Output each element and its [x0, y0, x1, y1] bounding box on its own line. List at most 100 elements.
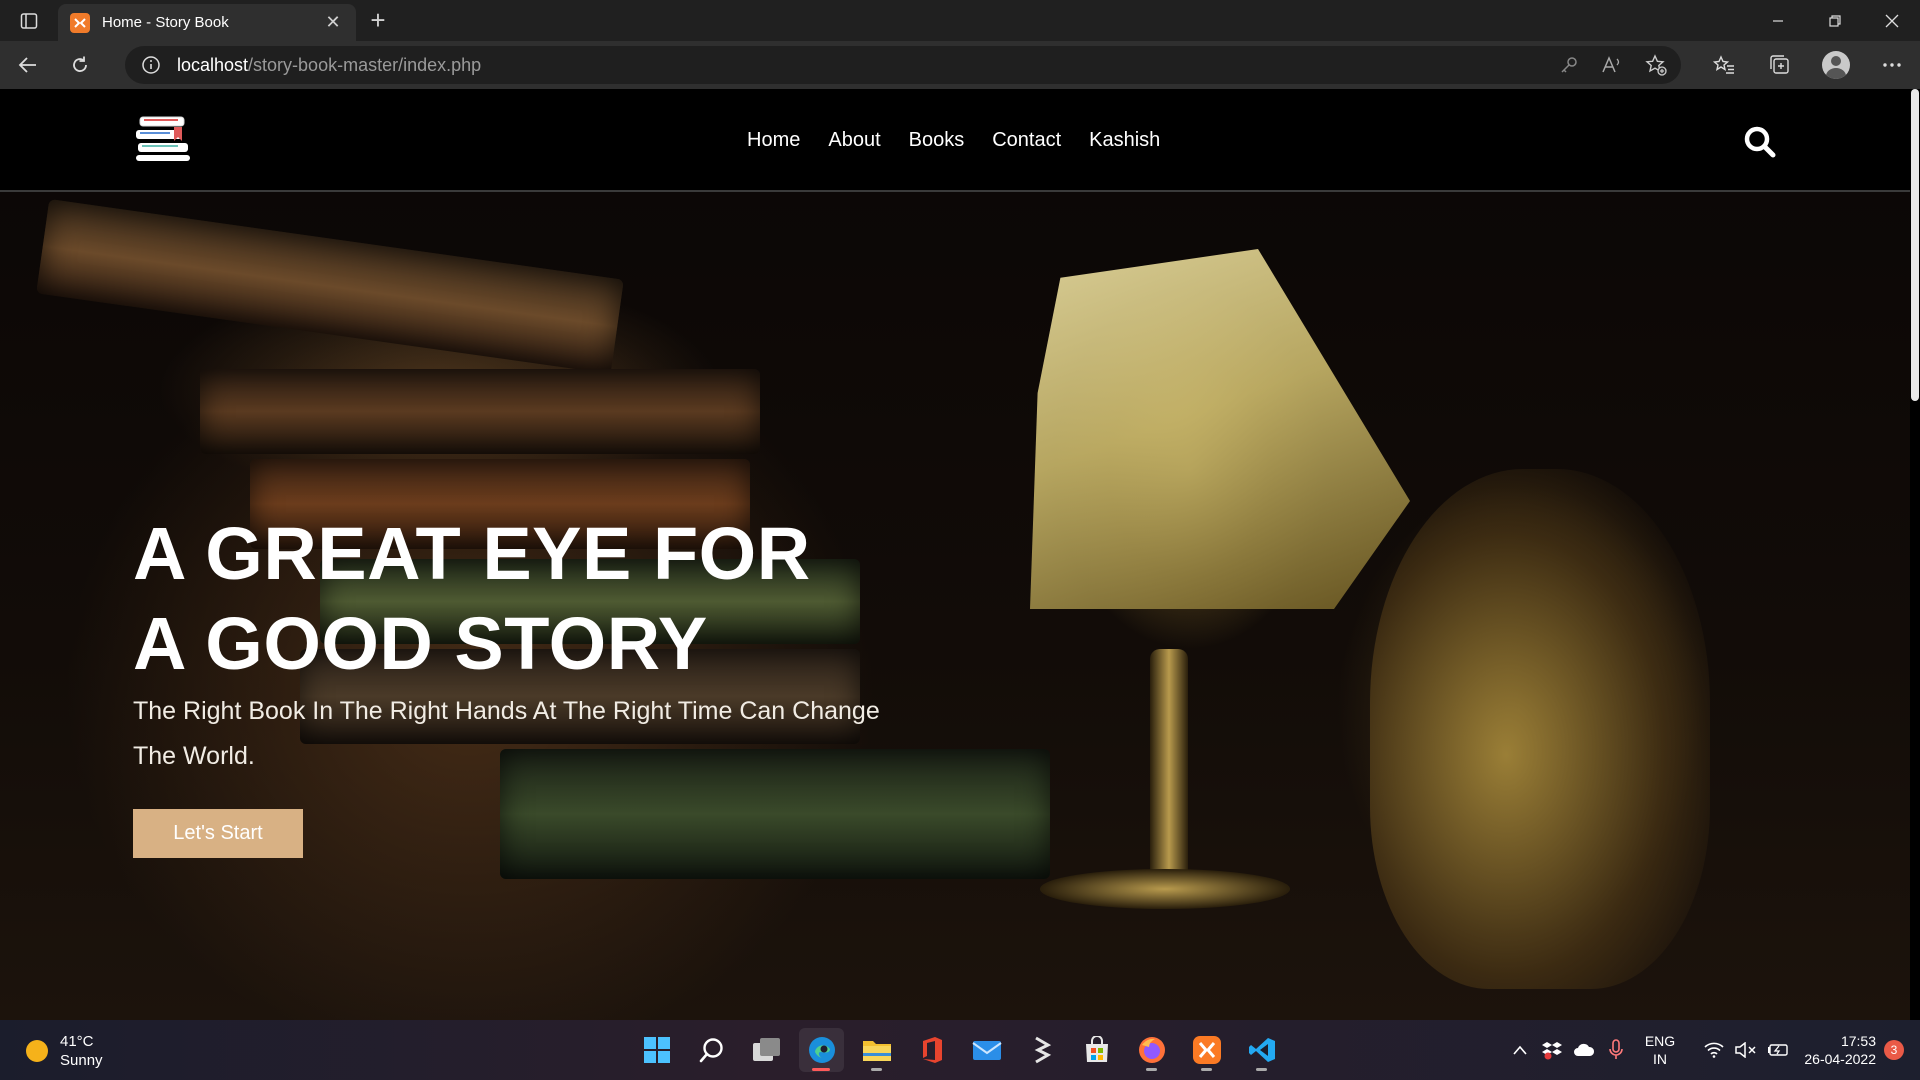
book-shape — [200, 369, 760, 454]
notification-badge[interactable]: 3 — [1884, 1040, 1904, 1060]
xampp-icon — [1192, 1036, 1221, 1064]
mail-app[interactable] — [964, 1028, 1009, 1072]
url-field[interactable]: localhost/story-book-master/index.php — [125, 46, 1681, 84]
nav-about[interactable]: About — [828, 129, 880, 152]
nav-user-kashish[interactable]: Kashish — [1089, 129, 1160, 152]
nav-books[interactable]: Books — [909, 129, 965, 152]
input-language-indicator[interactable]: ENG IN — [1632, 1032, 1688, 1068]
favorites-button[interactable] — [1696, 41, 1752, 89]
lamp-base-shape — [1040, 869, 1290, 909]
dropbox-icon — [1542, 1042, 1562, 1060]
sun-icon — [26, 1040, 48, 1062]
jug-shape — [1370, 469, 1710, 989]
weather-condition: Sunny — [60, 1052, 103, 1069]
taskbar-search-button[interactable] — [689, 1028, 734, 1072]
clock-time: 17:53 — [1840, 1033, 1876, 1049]
url-text: localhost/story-book-master/index.php — [177, 55, 481, 76]
system-tray: ENG IN 17:53 26-04-2022 3 — [1504, 1020, 1920, 1080]
active-app-indicator — [812, 1068, 830, 1071]
url-host: localhost — [177, 54, 249, 75]
omnibox-icons — [1559, 46, 1667, 84]
file-explorer-app[interactable] — [854, 1028, 899, 1072]
clock[interactable]: 17:53 26-04-2022 — [1794, 1032, 1876, 1068]
read-aloud-icon[interactable] — [1601, 55, 1623, 75]
firefox-icon — [1138, 1037, 1165, 1063]
hero-title-line2: A GOOD STORY — [133, 602, 708, 685]
edge-icon — [808, 1037, 835, 1063]
browser-tab-bar: Home - Story Book ✕ + — [0, 0, 1920, 41]
taskbar-search-icon — [699, 1038, 723, 1063]
microsoft-store-app[interactable] — [1074, 1028, 1119, 1072]
network-button[interactable] — [1698, 1020, 1730, 1080]
hero-subtitle: The Right Book In The Right Hands At The… — [133, 689, 893, 779]
more-icon — [1883, 63, 1901, 67]
back-button[interactable] — [0, 41, 56, 89]
close-window-button[interactable] — [1863, 0, 1920, 41]
store-icon — [1085, 1036, 1108, 1062]
lamp-shade-shape — [1030, 249, 1410, 609]
tab-title: Home - Story Book — [102, 14, 229, 31]
volume-muted-icon — [1735, 1042, 1756, 1058]
windows-start-icon — [643, 1037, 670, 1063]
page-viewport: Home About Books Contact Kashish A GREAT… — [0, 89, 1920, 1020]
task-view-icon — [752, 1038, 780, 1061]
hero-subtitle-line1: The Right Book In The Right Hands At The… — [133, 697, 880, 725]
restore-button[interactable] — [1806, 0, 1863, 41]
office-icon — [922, 1037, 942, 1063]
search-button[interactable] — [1743, 125, 1777, 159]
sublime-app[interactable] — [1019, 1028, 1064, 1072]
mail-icon — [971, 1041, 1002, 1060]
battery-charging-icon — [1768, 1044, 1788, 1056]
tab-actions-button[interactable] — [0, 0, 58, 41]
tab-close-icon[interactable]: ✕ — [322, 12, 344, 33]
settings-menu-button[interactable] — [1864, 41, 1920, 89]
nav-contact[interactable]: Contact — [992, 129, 1061, 152]
add-favorite-icon[interactable] — [1645, 54, 1667, 76]
browser-toolbar — [1696, 41, 1920, 89]
info-icon[interactable] — [141, 55, 161, 75]
browser-tab-active[interactable]: Home - Story Book ✕ — [58, 4, 356, 41]
cloud-icon — [1574, 1043, 1595, 1056]
browser-address-bar: localhost/story-book-master/index.php — [0, 41, 1920, 89]
edge-browser-app[interactable] — [799, 1028, 844, 1072]
microphone-button[interactable] — [1600, 1020, 1632, 1080]
site-header: Home About Books Contact Kashish — [0, 89, 1910, 192]
window-controls — [1749, 0, 1920, 41]
region-code: IN — [1653, 1051, 1667, 1067]
hero-title: A GREAT EYE FOR A GOOD STORY — [133, 509, 811, 689]
weather-widget[interactable]: 41°C Sunny — [26, 1032, 103, 1070]
taskbar-apps — [634, 1028, 1284, 1072]
back-arrow-icon — [18, 57, 36, 73]
running-indicator — [1201, 1068, 1212, 1071]
page-scrollbar[interactable] — [1910, 89, 1920, 1020]
task-view-button[interactable] — [744, 1028, 789, 1072]
battery-button[interactable] — [1762, 1020, 1794, 1080]
onedrive-button[interactable] — [1568, 1020, 1600, 1080]
profile-button[interactable] — [1808, 41, 1864, 89]
collections-button[interactable] — [1752, 41, 1808, 89]
reload-button[interactable] — [52, 41, 108, 89]
volume-button[interactable] — [1730, 1020, 1762, 1080]
minimize-button[interactable] — [1749, 0, 1806, 41]
site-logo[interactable] — [134, 113, 194, 163]
scrollbar-thumb[interactable] — [1911, 89, 1919, 401]
microphone-icon — [1609, 1039, 1623, 1059]
xampp-app[interactable] — [1184, 1028, 1229, 1072]
temperature: 41°C — [60, 1033, 94, 1050]
avatar — [1822, 51, 1850, 79]
hero-title-line1: A GREAT EYE FOR — [133, 512, 811, 595]
password-key-icon[interactable] — [1559, 55, 1579, 75]
tray-app-button[interactable] — [1536, 1020, 1568, 1080]
weather-text: 41°C Sunny — [60, 1032, 103, 1070]
new-tab-button[interactable]: + — [356, 0, 400, 41]
office-app[interactable] — [909, 1028, 954, 1072]
collections-icon — [1770, 55, 1789, 74]
firefox-app[interactable] — [1129, 1028, 1174, 1072]
vscode-app[interactable] — [1239, 1028, 1284, 1072]
language-code: ENG — [1644, 1033, 1676, 1049]
nav-home[interactable]: Home — [747, 129, 800, 152]
running-indicator — [871, 1068, 882, 1071]
lets-start-button[interactable]: Let's Start — [133, 809, 303, 858]
start-button[interactable] — [634, 1028, 679, 1072]
show-hidden-icons-button[interactable] — [1504, 1020, 1536, 1080]
